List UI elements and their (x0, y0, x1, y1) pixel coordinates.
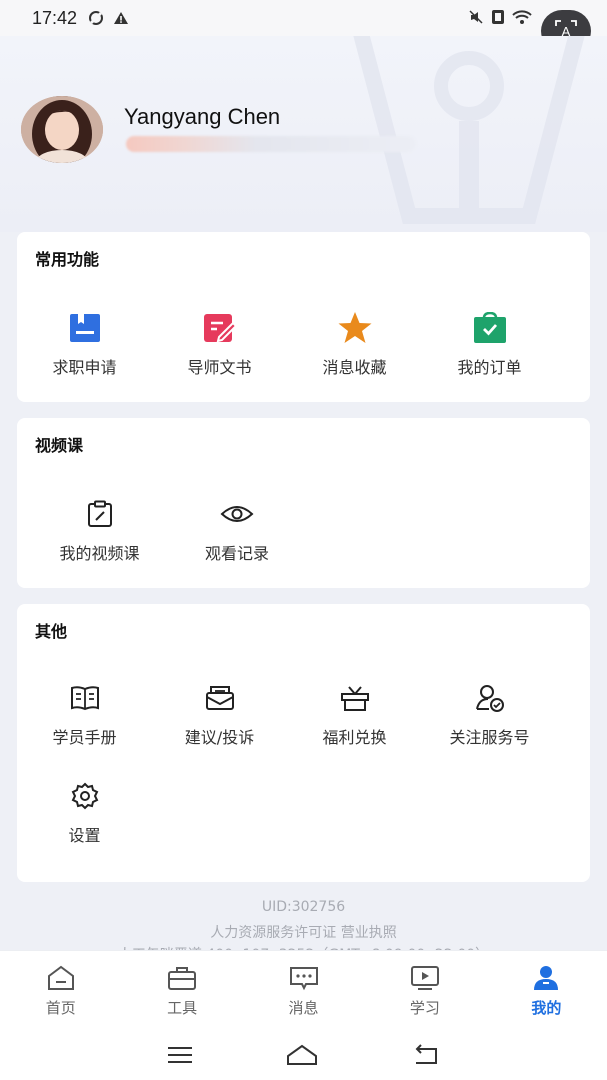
mute-icon (469, 10, 483, 24)
item-label: 导师文书 (187, 358, 252, 377)
toolbox-icon (168, 967, 197, 990)
section-common-functions: 常用功能 求职申请 导师文书 消息收藏 我的订单 (17, 232, 590, 402)
license-links[interactable]: 人力资源服务许可证 营业执照 (0, 922, 607, 942)
tab-label: 我的 (531, 999, 562, 1017)
user-follow-icon (475, 685, 504, 712)
gear-icon (71, 782, 98, 810)
profile-subtitle-blurred (126, 136, 416, 152)
item-label: 关注服务号 (449, 728, 530, 747)
mail-icon (205, 686, 234, 710)
follow-service-account-item[interactable]: 关注服务号 (422, 680, 557, 748)
home-nav-icon[interactable] (286, 1044, 318, 1066)
my-video-courses-item[interactable]: 我的视频课 (17, 496, 182, 564)
item-label: 求职申请 (52, 358, 117, 377)
star-icon (338, 312, 371, 343)
video-course-icon (87, 500, 112, 527)
student-handbook-item[interactable]: 学员手册 (17, 680, 152, 748)
item-label: 消息收藏 (322, 358, 387, 377)
job-application-icon (69, 314, 100, 342)
message-favorites-item[interactable]: 消息收藏 (287, 310, 422, 378)
section-other: 其他 学员手册 建议/投诉 福利兑换 关注服务号 设置 (17, 604, 590, 882)
item-label: 设置 (68, 826, 101, 845)
tab-study[interactable]: 学习 (364, 951, 485, 1030)
status-bar: 17:42 (0, 0, 607, 36)
item-label: 观看记录 (204, 544, 269, 563)
item-label: 我的订单 (457, 358, 522, 377)
wifi-icon (512, 10, 532, 24)
section-title: 常用功能 (35, 250, 100, 269)
section-video-courses: 视频课 我的视频课 观看记录 (17, 418, 590, 588)
uid-text: UID:302756 (261, 899, 346, 915)
watch-history-item[interactable]: 观看记录 (182, 496, 292, 564)
item-label: 我的视频课 (59, 544, 140, 563)
order-bag-icon (473, 312, 506, 343)
back-icon[interactable] (412, 1044, 440, 1066)
feedback-complaint-item[interactable]: 建议/投诉 (152, 680, 287, 748)
menu-icon[interactable] (167, 1045, 193, 1065)
sync-icon (89, 11, 104, 25)
play-screen-icon (410, 966, 439, 990)
gift-icon (340, 686, 369, 711)
mentor-document-icon (203, 314, 237, 343)
section-title: 其他 (35, 622, 68, 641)
my-orders-item[interactable]: 我的订单 (422, 310, 557, 378)
tab-messages[interactable]: 消息 (243, 951, 364, 1030)
section-title: 视频课 (35, 436, 84, 455)
settings-item[interactable]: 设置 (17, 778, 152, 846)
job-application-item[interactable]: 求职申请 (17, 310, 152, 378)
person-icon (534, 966, 559, 990)
item-label: 学员手册 (52, 728, 117, 747)
tab-label: 首页 (45, 999, 76, 1017)
bottom-tab-bar: 首页 工具 消息 学习 我的 (0, 950, 607, 1030)
item-label: 建议/投诉 (184, 728, 255, 747)
mentor-document-item[interactable]: 导师文书 (152, 310, 287, 378)
avatar-portrait (21, 96, 103, 163)
message-icon (289, 967, 318, 991)
tab-tools[interactable]: 工具 (121, 951, 242, 1030)
tab-home[interactable]: 首页 (0, 951, 121, 1030)
tab-label: 消息 (288, 999, 319, 1017)
username: Yangyang Chen (124, 104, 281, 129)
home-icon (47, 965, 74, 990)
eye-icon (220, 506, 254, 522)
tab-mine[interactable]: 我的 (486, 951, 607, 1030)
nfc-icon (492, 10, 504, 24)
item-label: 福利兑换 (322, 728, 387, 747)
avatar[interactable] (21, 96, 103, 163)
brand-watermark-icon (353, 36, 585, 224)
warning-icon (114, 12, 129, 24)
tab-label: 学习 (409, 999, 440, 1017)
benefit-redeem-item[interactable]: 福利兑换 (287, 680, 422, 748)
status-time: 17:42 (32, 7, 78, 28)
system-nav-bar (0, 1030, 607, 1080)
tab-label: 工具 (167, 999, 198, 1017)
book-icon (70, 686, 99, 711)
